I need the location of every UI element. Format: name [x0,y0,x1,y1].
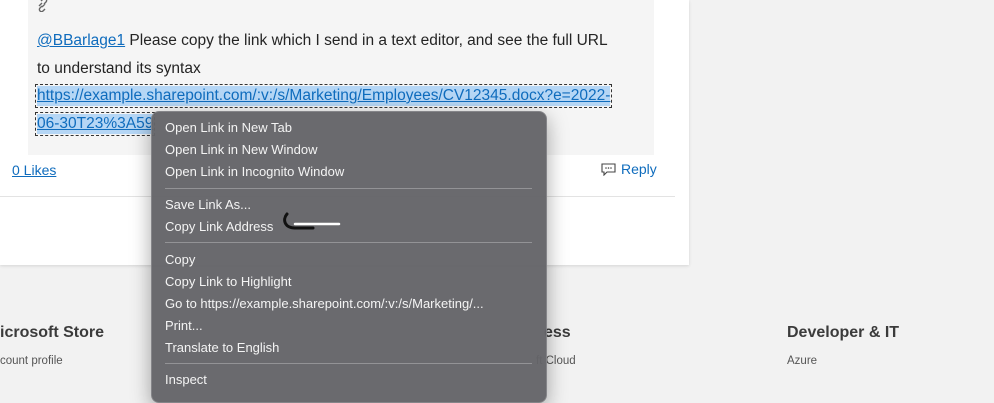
menu-go-to-url[interactable]: Go to https://example.sharepoint.com/:v:… [165,295,484,313]
menu-copy[interactable]: Copy [165,251,195,269]
menu-inspect[interactable]: Inspect [165,371,207,389]
menu-open-link-new-tab[interactable]: Open Link in New Tab [165,119,292,137]
likes-count-link[interactable]: 0 Likes [12,162,56,178]
footer-heading-business: ess [544,324,571,341]
annotation-arrow-icon [283,212,341,230]
footer-heading-store: icrosoft Store [0,324,105,341]
message-text-line-1: @BBarlage1 Please copy the link which I … [37,31,608,51]
menu-copy-link-address[interactable]: Copy Link Address [165,218,273,236]
user-mention-link[interactable]: @BBarlage1 [37,32,125,49]
footer-link-azure[interactable]: Azure [787,355,817,367]
reply-button[interactable]: Reply [601,161,657,177]
reply-label: Reply [621,161,657,177]
menu-save-link-as[interactable]: Save Link As... [165,196,251,214]
menu-open-link-new-window[interactable]: Open Link in New Window [165,141,317,159]
menu-separator [165,363,532,364]
menu-separator [165,188,532,189]
message-text: Please copy the link which I send in a t… [125,32,608,49]
shared-url-link[interactable]: https://example.sharepoint.com/:v:/s/Mar… [34,84,613,108]
shared-url-link-continued[interactable]: 06-30T23%3A59 [34,112,156,136]
message-text-line-2: to understand its syntax [37,60,201,77]
comment-icon [601,162,616,176]
menu-copy-link-to-highlight[interactable]: Copy Link to Highlight [165,273,291,291]
footer-heading-developer: Developer & IT [787,324,900,341]
menu-translate[interactable]: Translate to English [165,339,279,357]
menu-print[interactable]: Print... [165,317,203,335]
menu-separator [165,242,532,243]
footer-link-account-profile[interactable]: count profile [0,355,63,367]
context-menu: Open Link in New Tab Open Link in New Wi… [151,111,547,403]
link-icon [38,0,48,12]
menu-open-link-incognito[interactable]: Open Link in Incognito Window [165,163,344,181]
